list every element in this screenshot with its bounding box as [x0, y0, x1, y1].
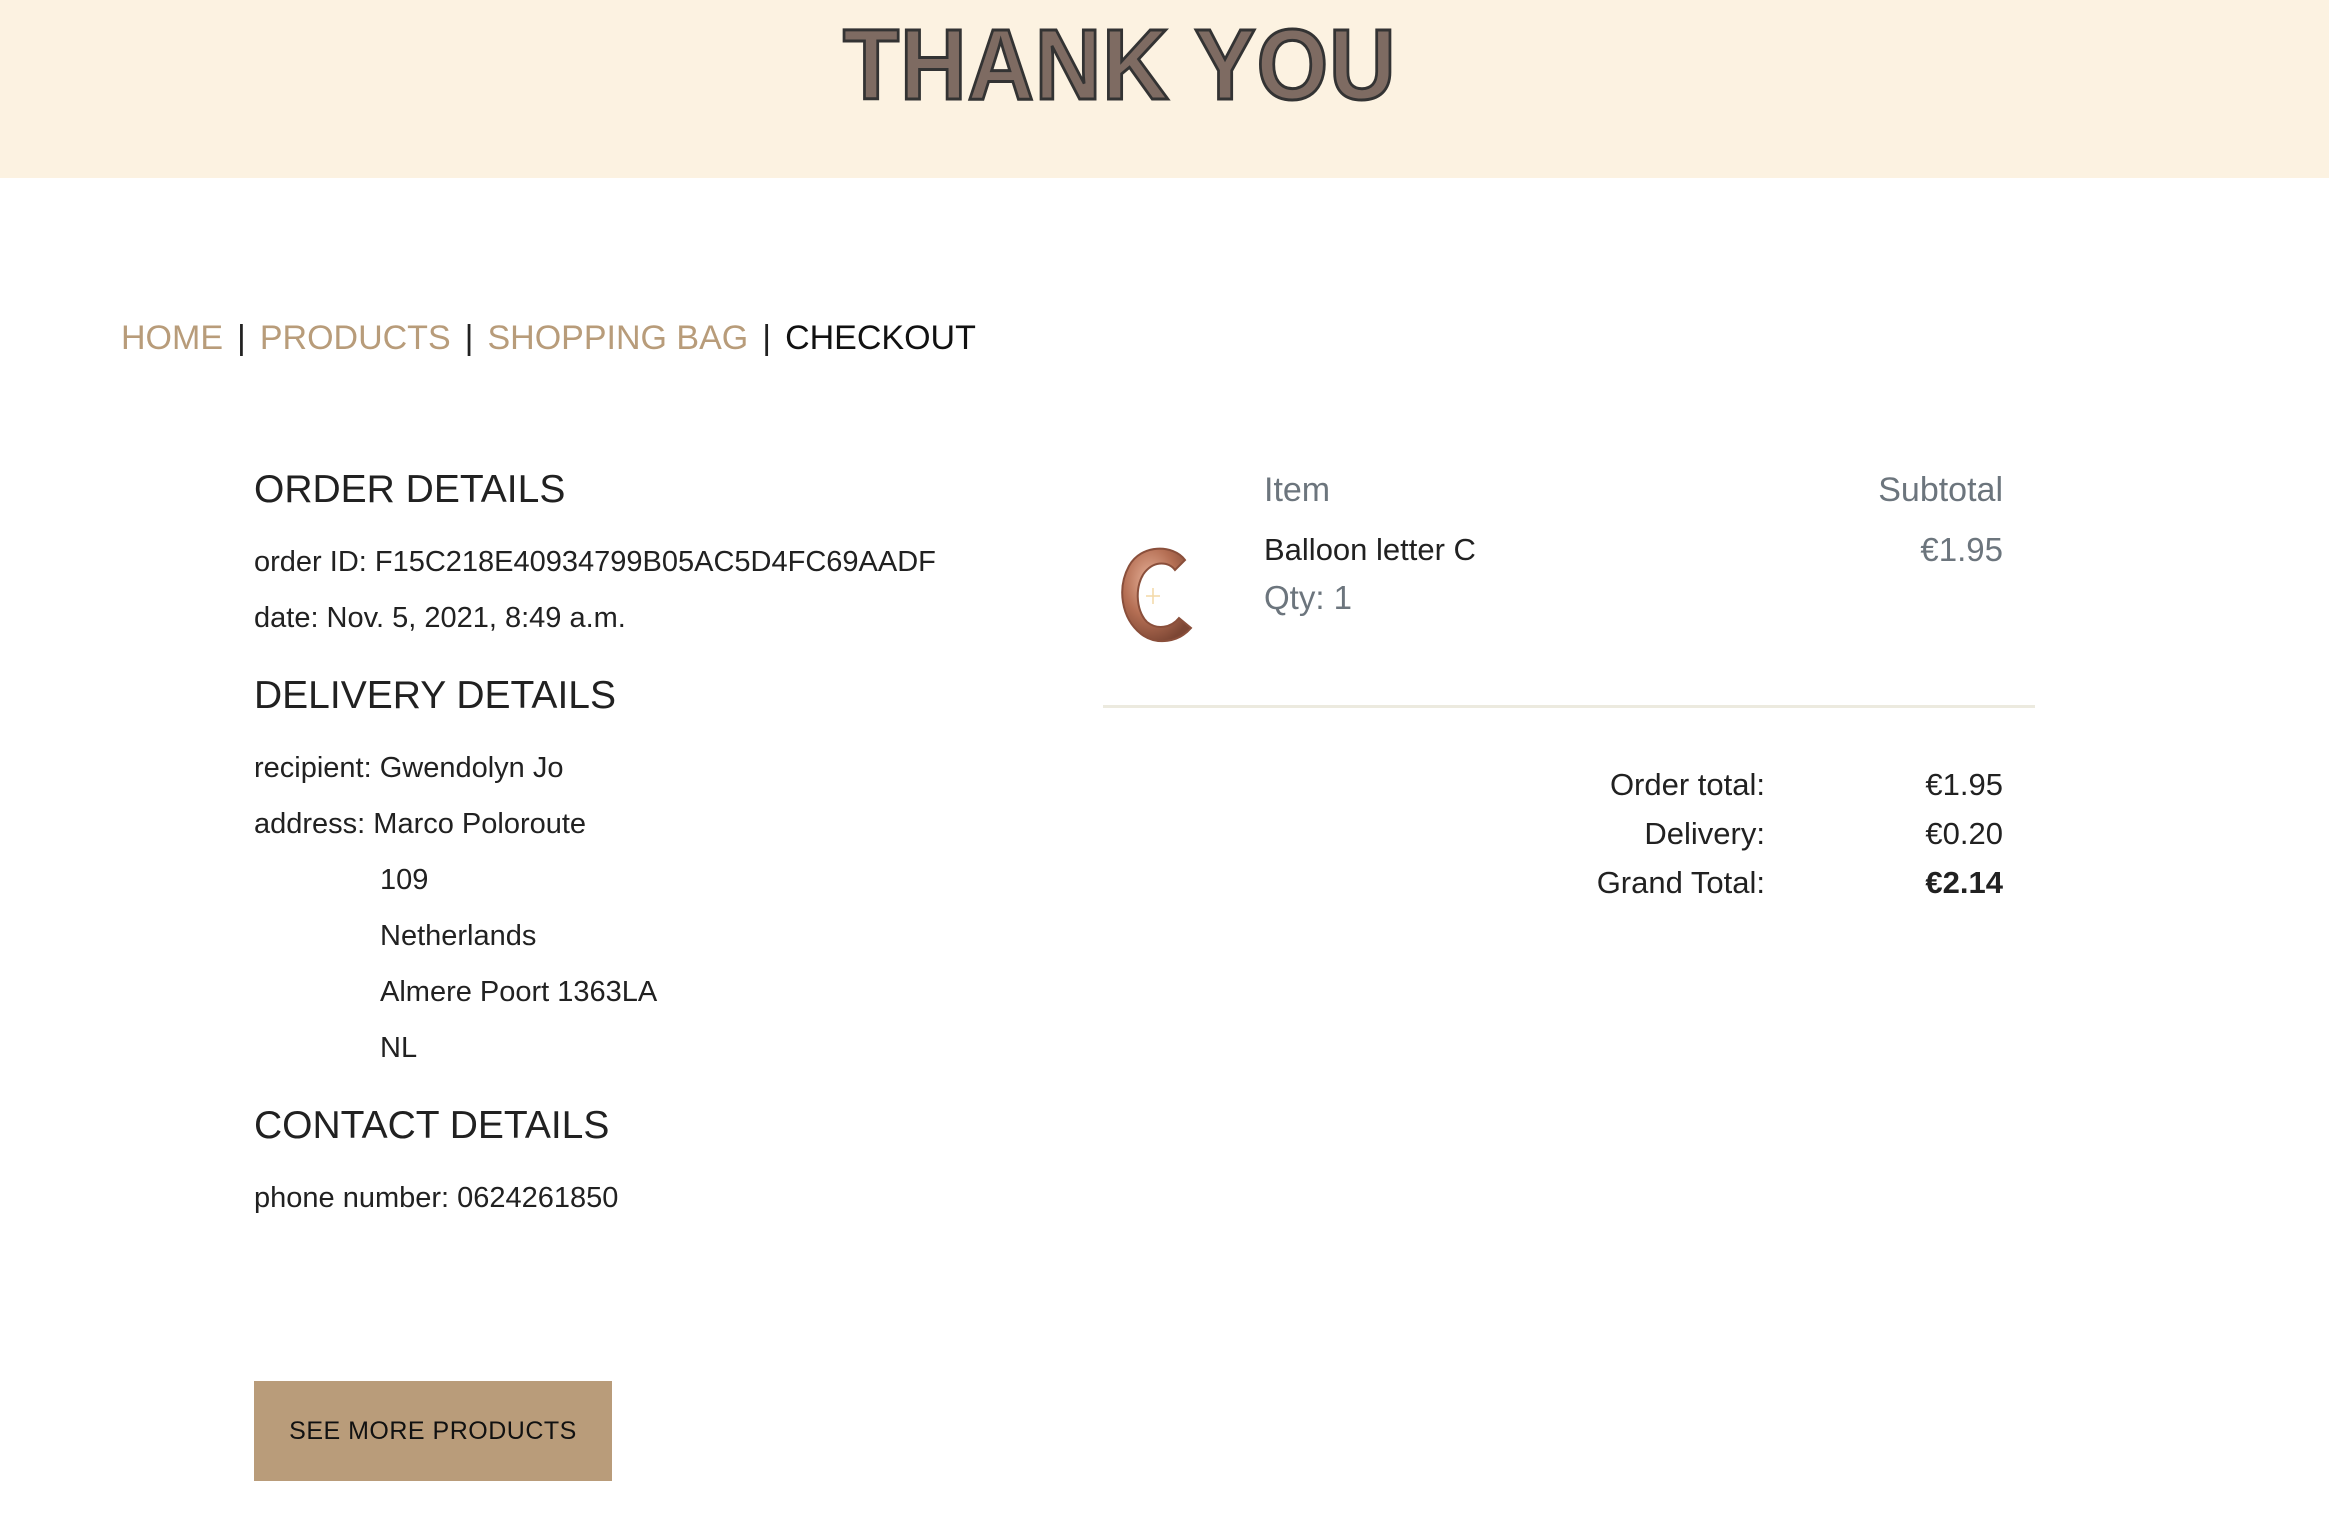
- grand-total-row: Grand Total: €2.14: [1103, 858, 2035, 907]
- order-id: order ID: F15C218E40934799B05AC5D4FC69AA…: [254, 546, 936, 578]
- page-banner: THANK YOU: [0, 0, 2329, 178]
- delivery-value: €0.20: [1925, 816, 2003, 851]
- cart-item-name: Balloon letter C: [1264, 532, 1476, 567]
- order-date: date: Nov. 5, 2021, 8:49 a.m.: [254, 602, 626, 634]
- order-details-heading: ORDER DETAILS: [254, 468, 566, 511]
- breadcrumb-separator: |: [237, 319, 246, 357]
- breadcrumb-shopping-bag-link[interactable]: SHOPPING BAG: [487, 319, 748, 357]
- breadcrumb-separator: |: [464, 319, 474, 357]
- grand-total-value: €2.14: [1925, 865, 2003, 900]
- page-title: THANK YOU: [842, 9, 1397, 122]
- breadcrumb: HOME | PRODUCTS | SHOPPING BAG | CHECKOUT: [121, 312, 976, 364]
- cart-item-qty: Qty: 1: [1264, 579, 1353, 616]
- delivery-details-heading: DELIVERY DETAILS: [254, 674, 616, 717]
- balloon-letter-c-image: [1121, 547, 1193, 643]
- summary-divider: [1103, 705, 2035, 708]
- contact-details-heading: CONTACT DETAILS: [254, 1104, 610, 1147]
- see-more-products-button[interactable]: SEE MORE PRODUCTS: [254, 1381, 612, 1481]
- subtotal-column-header: Subtotal: [1878, 471, 2003, 509]
- breadcrumb-current-checkout: CHECKOUT: [785, 319, 976, 357]
- order-total-value: €1.95: [1925, 767, 2003, 802]
- order-totals: Order total: €1.95 Delivery: €0.20 Grand…: [1103, 760, 2035, 907]
- phone-number: phone number: 0624261850: [254, 1182, 619, 1214]
- address-line: Almere Poort 1363LA: [380, 976, 658, 1008]
- order-total-row: Order total: €1.95: [1103, 760, 2035, 809]
- delivery-label: Delivery:: [1644, 816, 1765, 851]
- delivery-row: Delivery: €0.20: [1103, 809, 2035, 858]
- address-line: 109: [380, 864, 429, 896]
- order-total-label: Order total:: [1609, 767, 1765, 802]
- order-info-column: ORDER DETAILS order ID: F15C218E40934799…: [254, 462, 1074, 1226]
- breadcrumb-home-link[interactable]: HOME: [121, 319, 223, 357]
- item-column-header: Item: [1264, 471, 1331, 509]
- breadcrumb-separator: |: [762, 319, 772, 357]
- cart-item-price: €1.95: [1920, 531, 2003, 568]
- address-line: Netherlands: [380, 920, 537, 952]
- address-line: NL: [380, 1032, 418, 1064]
- grand-total-label: Grand Total:: [1596, 865, 1765, 900]
- recipient-name: recipient: Gwendolyn Jo: [254, 752, 564, 784]
- breadcrumb-products-link[interactable]: PRODUCTS: [260, 319, 451, 357]
- address-line: address: Marco Poloroute: [254, 808, 587, 840]
